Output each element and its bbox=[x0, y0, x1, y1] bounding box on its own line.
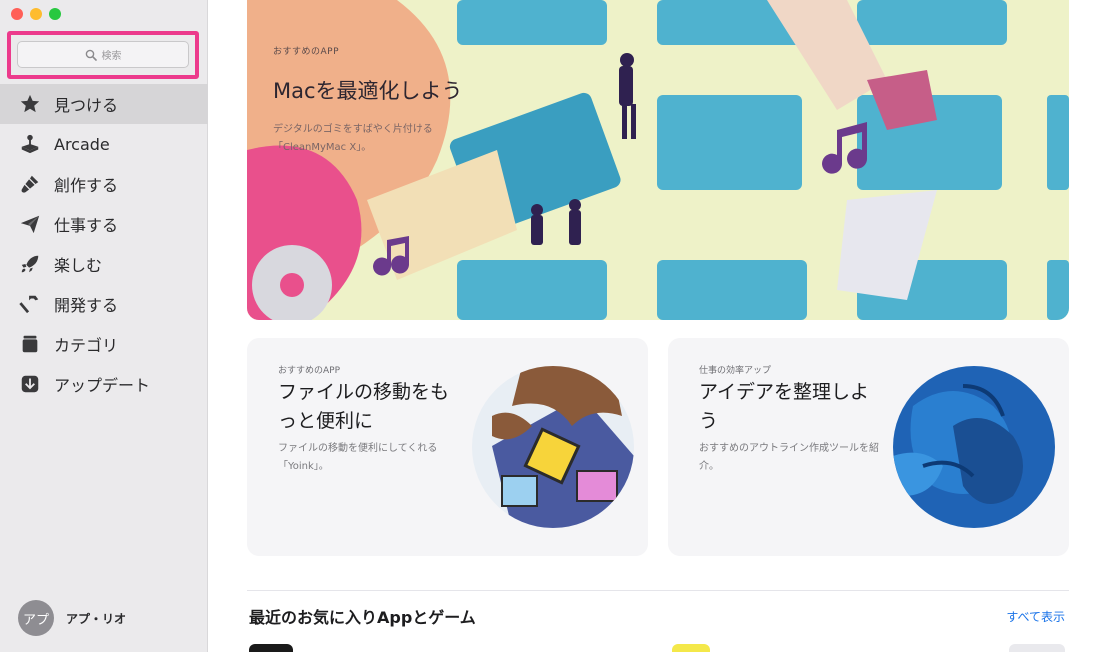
stack-icon bbox=[18, 332, 42, 356]
section-title: 最近のお気に入りAppとゲーム bbox=[249, 608, 476, 627]
section-divider bbox=[247, 590, 1069, 591]
brush-icon bbox=[18, 172, 42, 196]
sidebar-item-develop[interactable]: 開発する bbox=[0, 284, 208, 324]
search-icon bbox=[85, 49, 97, 61]
rocket-icon bbox=[18, 252, 42, 276]
hero-subtitle: デジタルのゴミをすばやく片付ける「CleanMyMac X」。 bbox=[273, 124, 433, 153]
featured-banner[interactable]: おすすめのAPP Macを最適化しよう デジタルのゴミをすばやく片付ける「Cle… bbox=[247, 0, 1069, 320]
hero-eyebrow: おすすめのAPP bbox=[273, 47, 340, 57]
story-card-outliner[interactable]: 仕事の効率アップ アイデアを整理しよう おすすめのアウトライン作成ツールを紹介。 bbox=[668, 338, 1069, 556]
sidebar-item-label: 仕事する bbox=[54, 216, 119, 235]
sidebar-item-label: Arcade bbox=[54, 134, 110, 154]
hero-title: Macを最適化しよう bbox=[273, 79, 463, 103]
card-illustration bbox=[472, 366, 634, 528]
sidebar-item-label: 創作する bbox=[54, 176, 119, 195]
joystick-icon bbox=[18, 132, 42, 156]
sidebar: 検索 見つける Arcade 創作する 仕事する 楽しむ 開発する カテゴリ ア… bbox=[0, 0, 208, 652]
card-title: アイデアを整理しよう bbox=[699, 381, 870, 432]
download-icon bbox=[18, 372, 42, 396]
card-title: ファイルの移動をもっと便利に bbox=[278, 381, 450, 432]
account-button[interactable]: アプ アプ・リオ bbox=[18, 600, 126, 636]
avatar: アプ bbox=[18, 600, 54, 636]
sidebar-item-discover[interactable]: 見つける bbox=[0, 84, 208, 124]
window-controls bbox=[11, 8, 61, 20]
sidebar-item-label: 開発する bbox=[54, 296, 119, 315]
star-icon bbox=[18, 92, 42, 116]
card-description: ファイルの移動を便利にしてくれる「Yoink」。 bbox=[278, 443, 438, 472]
app-icon-preview[interactable] bbox=[1009, 644, 1065, 652]
sidebar-item-play[interactable]: 楽しむ bbox=[0, 244, 208, 284]
story-card-yoink[interactable]: おすすめのAPP ファイルの移動をもっと便利に ファイルの移動を便利にしてくれる… bbox=[247, 338, 648, 556]
sidebar-item-categories[interactable]: カテゴリ bbox=[0, 324, 208, 364]
minimize-window-button[interactable] bbox=[30, 8, 42, 20]
app-icon-preview[interactable] bbox=[672, 644, 710, 652]
sidebar-item-label: アップデート bbox=[54, 376, 151, 395]
card-eyebrow: おすすめのAPP bbox=[278, 366, 341, 376]
close-window-button[interactable] bbox=[11, 8, 23, 20]
see-all-link[interactable]: すべて表示 bbox=[1006, 608, 1065, 625]
card-eyebrow: 仕事の効率アップ bbox=[699, 366, 772, 376]
sidebar-item-label: 見つける bbox=[54, 96, 119, 115]
sidebar-item-label: 楽しむ bbox=[54, 256, 103, 275]
search-input[interactable]: 検索 bbox=[17, 41, 189, 68]
hammer-icon bbox=[18, 292, 42, 316]
sidebar-item-updates[interactable]: アップデート bbox=[0, 364, 208, 404]
search-placeholder: 検索 bbox=[101, 51, 122, 62]
card-description: おすすめのアウトライン作成ツールを紹介。 bbox=[699, 443, 879, 472]
paper-plane-icon bbox=[18, 212, 42, 236]
sidebar-item-create[interactable]: 創作する bbox=[0, 164, 208, 204]
app-icon-preview[interactable] bbox=[249, 644, 293, 652]
sidebar-item-label: カテゴリ bbox=[54, 336, 119, 355]
hero-text: おすすめのAPP Macを最適化しよう デジタルのゴミをすばやく片付ける「Cle… bbox=[273, 44, 473, 157]
main-content: おすすめのAPP Macを最適化しよう デジタルのゴミをすばやく片付ける「Cle… bbox=[209, 0, 1100, 652]
sidebar-nav: 見つける Arcade 創作する 仕事する 楽しむ 開発する カテゴリ アップデ… bbox=[0, 84, 208, 404]
sidebar-item-work[interactable]: 仕事する bbox=[0, 204, 208, 244]
zoom-window-button[interactable] bbox=[49, 8, 61, 20]
card-illustration bbox=[893, 366, 1055, 528]
sidebar-item-arcade[interactable]: Arcade bbox=[0, 124, 208, 164]
account-name: アプ・リオ bbox=[66, 611, 127, 626]
